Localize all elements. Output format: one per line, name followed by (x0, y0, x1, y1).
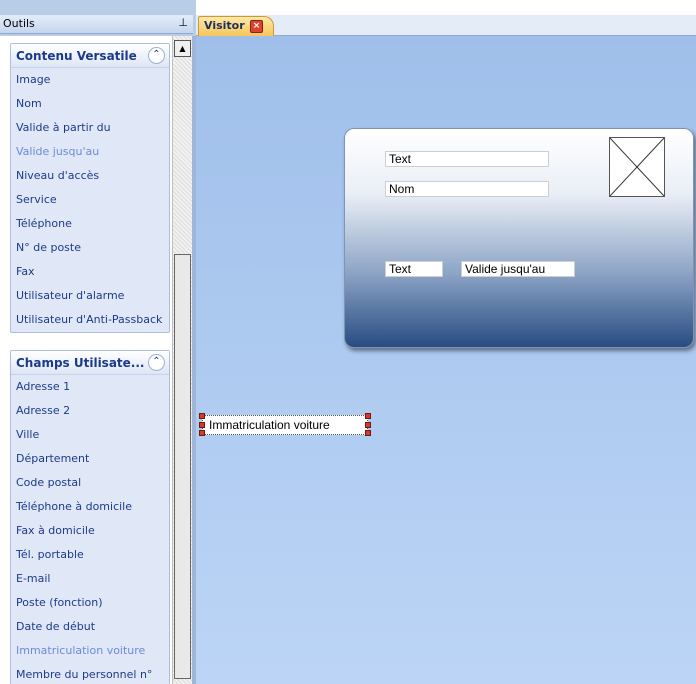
card-valid-until-field[interactable]: Valide jusqu'au (461, 261, 575, 277)
resize-handle[interactable] (365, 422, 371, 428)
document-tab-strip: Visitor × (196, 15, 696, 36)
scroll-up-arrow-icon[interactable]: ▲ (174, 40, 191, 57)
image-placeholder-icon[interactable] (609, 137, 665, 197)
toolbox-item[interactable]: Adresse 1 (11, 375, 169, 399)
license-plate-label: Immatriculation voiture (209, 418, 330, 432)
tools-panel-title: Outils (3, 17, 35, 30)
toolbox-item[interactable]: N° de poste (11, 236, 169, 260)
toolbox-item[interactable]: E-mail (11, 567, 169, 591)
toolbox-item[interactable]: Téléphone à domicile (11, 495, 169, 519)
toolbox-item[interactable]: Valide à partir du (11, 116, 169, 140)
toolbox-item[interactable]: Fax (11, 260, 169, 284)
toolbox-item[interactable]: Immatriculation voiture (11, 639, 169, 663)
toolbox-item[interactable]: Service (11, 188, 169, 212)
toolbox-item[interactable]: Image (11, 68, 169, 92)
toolbox-item[interactable]: Code postal (11, 471, 169, 495)
card-name-field[interactable]: Nom (385, 181, 549, 197)
design-canvas[interactable]: Text Nom Text Valide jusqu'au Immatricul… (196, 36, 696, 684)
toolbox-item[interactable]: Valide jusqu'au (11, 140, 169, 164)
toolbox-item[interactable]: Utilisateur d'alarme (11, 284, 169, 308)
toolbox-item[interactable]: Nom (11, 92, 169, 116)
toolbox-item[interactable]: Adresse 2 (11, 399, 169, 423)
resize-handle[interactable] (199, 422, 205, 428)
tab-visitor[interactable]: Visitor × (198, 16, 274, 36)
close-icon[interactable]: × (250, 20, 263, 33)
license-plate-field[interactable]: Immatriculation voiture (199, 413, 371, 436)
tools-panel-header: Outils ⊥ (0, 15, 193, 34)
tools-panel: Outils ⊥ Contenu Versatile ⌃ Image Nom Val… (0, 0, 196, 684)
collapse-chevron-icon[interactable]: ⌃ (148, 354, 165, 371)
resize-handle[interactable] (365, 413, 371, 419)
card-text-field-2[interactable]: Text (385, 261, 443, 277)
tab-label: Visitor (204, 19, 245, 32)
toolbox-item[interactable]: Utilisateur d'Anti-Passback (11, 308, 169, 332)
toolbox-item[interactable]: Date de début (11, 615, 169, 639)
resize-handle[interactable] (365, 430, 371, 436)
collapse-chevron-icon[interactable]: ⌃ (148, 47, 165, 64)
scrollbar-thumb[interactable] (174, 254, 191, 679)
group-header[interactable]: Contenu Versatile ⌃ (11, 44, 169, 68)
vertical-scrollbar[interactable]: ▲ (172, 36, 192, 684)
group-header[interactable]: Champs Utilisate... ⌃ (11, 351, 169, 375)
resize-handle[interactable] (199, 430, 205, 436)
group-champs-utilisateur: Champs Utilisate... ⌃ Adresse 1 Adresse 2… (10, 350, 170, 684)
toolbox-item[interactable]: Poste (fonction) (11, 591, 169, 615)
toolbox-item[interactable]: Fax à domicile (11, 519, 169, 543)
toolbox-item[interactable]: Tél. portable (11, 543, 169, 567)
group-title: Champs Utilisate... (16, 356, 145, 370)
badge-card[interactable]: Text Nom Text Valide jusqu'au (344, 128, 694, 348)
group-title: Contenu Versatile (16, 49, 137, 63)
card-text-field[interactable]: Text (385, 151, 549, 167)
toolbox-item[interactable]: Niveau d'accès (11, 164, 169, 188)
pin-icon[interactable]: ⊥ (178, 16, 188, 29)
group-contenu-versatile: Contenu Versatile ⌃ Image Nom Valide à par… (10, 43, 170, 333)
toolbox-item[interactable]: Téléphone (11, 212, 169, 236)
toolbox-item[interactable]: Ville (11, 423, 169, 447)
toolbox-item[interactable]: Département (11, 447, 169, 471)
toolbox-list: Contenu Versatile ⌃ Image Nom Valide à par… (0, 36, 172, 684)
resize-handle[interactable] (199, 413, 205, 419)
toolbox-item[interactable]: Membre du personnel n° (11, 663, 169, 684)
